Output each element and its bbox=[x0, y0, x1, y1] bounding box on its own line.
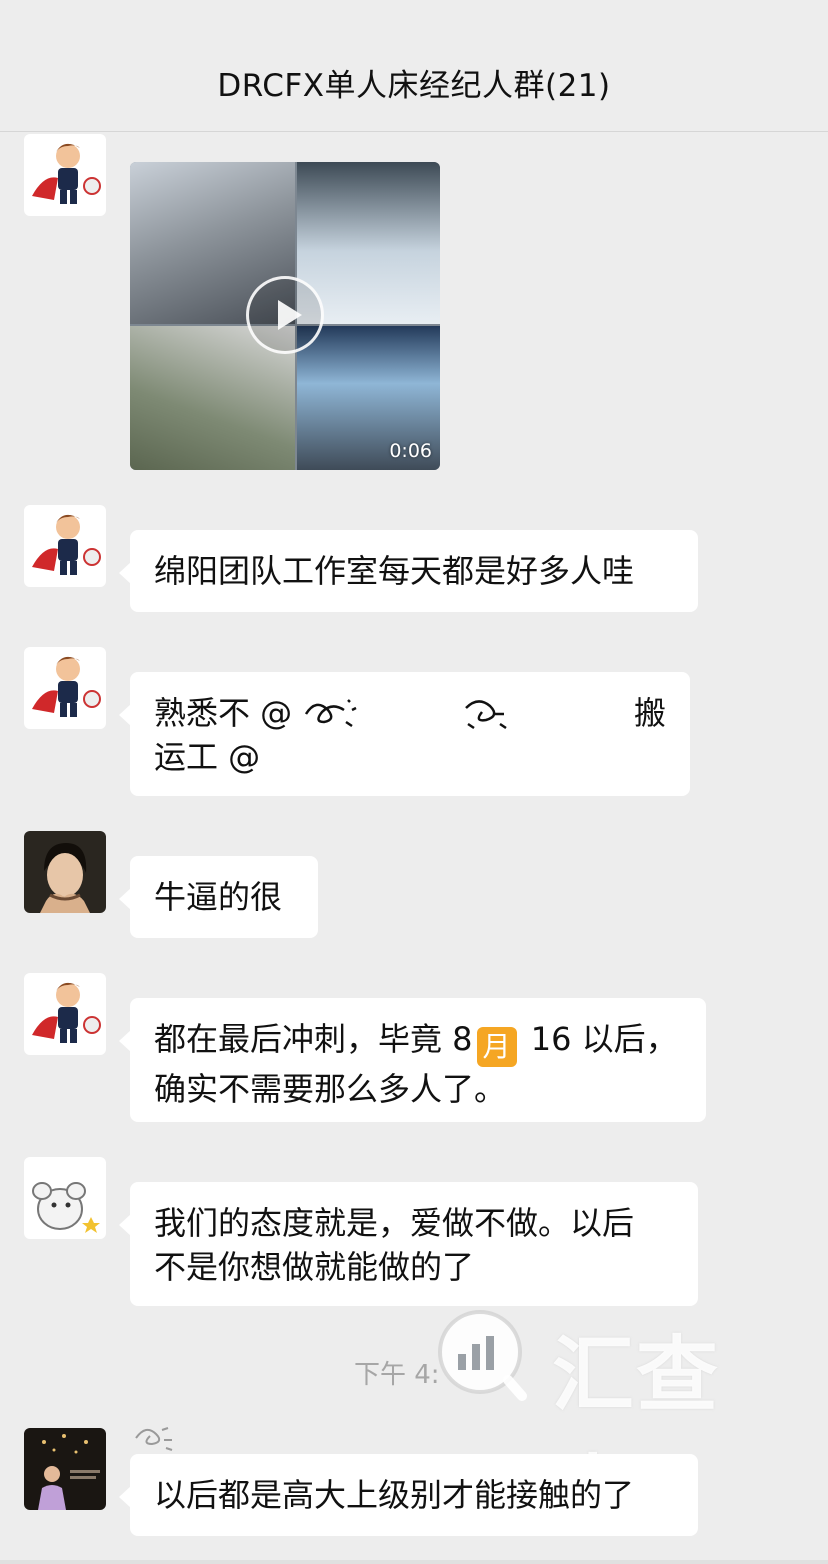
message-text-line: 熟悉不 @ bbox=[154, 694, 293, 732]
message-bubble[interactable]: 以后都是高大上级别才能接触的了 bbox=[119, 1454, 698, 1536]
message-text-line: 运工 @ bbox=[154, 738, 261, 776]
watermark: 汇查查 bbox=[432, 1304, 802, 1542]
message-text-line: 搬 bbox=[634, 694, 667, 732]
flourish-nickname-icon bbox=[305, 699, 357, 728]
cartoon-superhero-avatar[interactable] bbox=[24, 973, 106, 1055]
chat-header: DRCFX单人床经纪人群(21) bbox=[0, 0, 828, 132]
message-bubble[interactable]: 熟悉不 @ 搬 运工 @ bbox=[119, 672, 690, 796]
chat-title[interactable]: DRCFX单人床经纪人群(21) bbox=[217, 60, 610, 105]
message-bubble[interactable]: 牛逼的很 bbox=[119, 856, 318, 938]
time-divider: 下午 4: bbox=[354, 1360, 440, 1390]
bottom-divider bbox=[0, 1560, 828, 1564]
message-text-line: 不是你想做就能做的了 bbox=[154, 1248, 475, 1286]
person-photo-avatar[interactable] bbox=[24, 831, 106, 913]
video-duration: 0:06 bbox=[389, 440, 432, 462]
speaker-photo-avatar[interactable] bbox=[24, 1428, 106, 1510]
message-text-line: 确实不需要那么多人了。 bbox=[154, 1070, 507, 1108]
message-text-line: 以后都是高大上级别才能接触的了 bbox=[154, 1476, 635, 1514]
sender-flourish-icon bbox=[135, 1427, 173, 1451]
message-bubble[interactable]: 都在最后冲刺，毕竟 8月 16 以后， 确实不需要那么多人了。 bbox=[119, 998, 706, 1122]
message-text-line: 16 以后， bbox=[520, 1020, 678, 1058]
message-text-line: 牛逼的很 bbox=[154, 878, 283, 916]
message-bubble[interactable]: 绵阳团队工作室每天都是好多人哇 bbox=[119, 530, 698, 612]
watermark-logo-icon bbox=[438, 1310, 527, 1401]
cartoon-superhero-avatar[interactable] bbox=[24, 647, 106, 729]
message-text-line: 绵阳团队工作室每天都是好多人哇 bbox=[154, 552, 635, 590]
month-emoji-icon: 月 bbox=[476, 1027, 517, 1067]
message-text-line: 我们的态度就是，爱做不做。以后 bbox=[154, 1204, 635, 1242]
message-text-line: 都在最后冲刺，毕竟 8 bbox=[154, 1020, 473, 1058]
cartoon-superhero-avatar[interactable] bbox=[24, 505, 106, 587]
play-icon[interactable] bbox=[246, 276, 324, 354]
flourish-nickname-icon bbox=[465, 700, 507, 730]
message-bubble[interactable]: 我们的态度就是，爱做不做。以后 不是你想做就能做的了 bbox=[119, 1182, 698, 1306]
video-thumbnail[interactable]: 0:06 bbox=[130, 162, 440, 470]
mouse-sketch-avatar[interactable] bbox=[24, 1157, 106, 1239]
cartoon-superhero-avatar[interactable] bbox=[24, 134, 106, 216]
